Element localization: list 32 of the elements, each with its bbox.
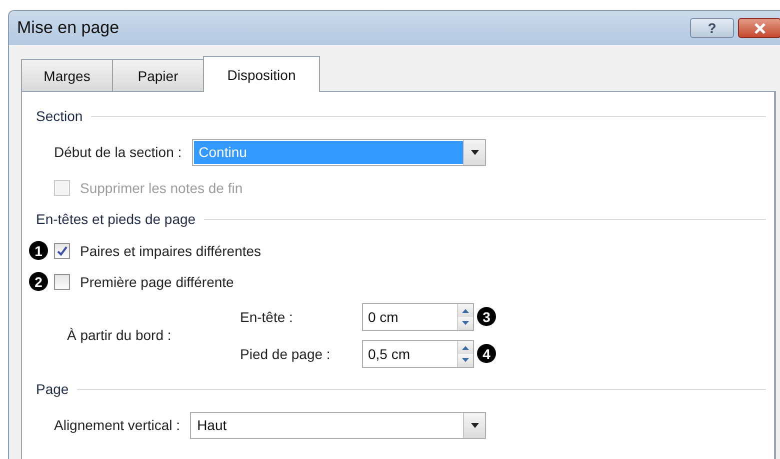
tab[interactable]: Papier [112,59,204,91]
close-button[interactable] [738,18,780,38]
callout-number: 3 [477,307,496,326]
field-label: Début de la section : [54,144,182,160]
group-title: En-têtes et pieds de page [36,211,196,227]
spin-down-icon[interactable] [458,316,473,330]
spin-up-icon[interactable] [458,304,473,316]
callout-number: 4 [477,344,496,363]
field-label: Pied de page : [240,346,332,362]
tab[interactable]: Disposition [203,56,320,92]
checkbox[interactable] [54,274,70,290]
callout-number: 1 [29,241,48,260]
tab[interactable]: Marges [21,59,113,91]
group-title: Section [36,108,83,124]
close-icon [754,22,766,34]
spin-field[interactable]: 0 cm [362,302,474,330]
spin-field[interactable]: 0,5 cm [362,340,474,368]
spin-up-icon[interactable] [458,340,473,354]
callout-number: 2 [29,272,48,291]
checkbox[interactable] [54,242,70,258]
group-title: Page [36,381,69,397]
field-label: Alignement vertical : [54,417,180,433]
dropdown-arrow-icon[interactable] [470,150,478,154]
checkbox-label[interactable]: Paires et impaires différentes [80,242,262,258]
help-button[interactable]: ? [690,18,734,38]
dropdown-arrow-icon[interactable] [470,422,478,428]
window-title: Mise en page [17,18,120,38]
field-label: À partir du bord : [67,327,172,343]
checkbox-label[interactable]: Première page différente [80,274,234,290]
dropdown[interactable]: Haut [190,412,486,438]
spin-down-icon[interactable] [458,354,473,366]
field-label: En-tête : [240,308,294,324]
